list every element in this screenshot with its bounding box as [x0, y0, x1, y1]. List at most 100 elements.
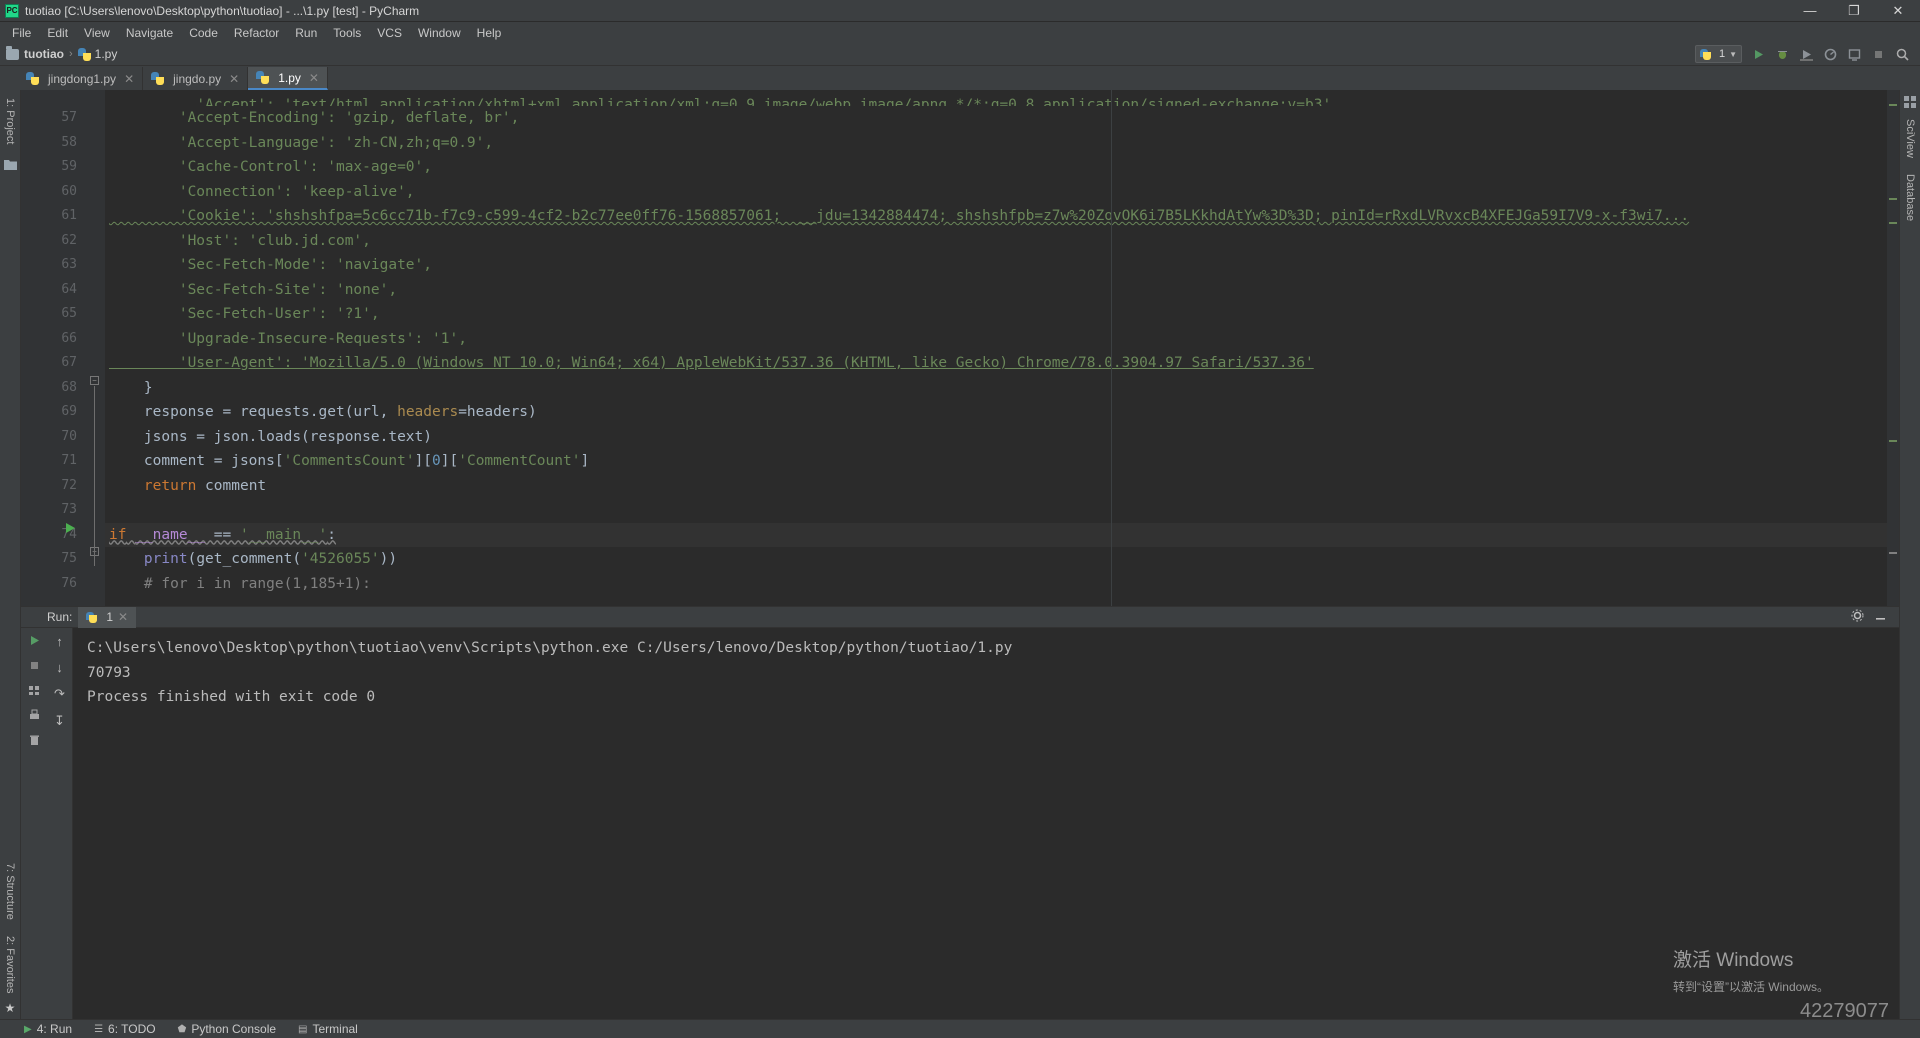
breadcrumb-file[interactable]: 1.py: [77, 47, 117, 61]
menu-item-tools[interactable]: Tools: [325, 24, 369, 42]
run-panel-body: ↑ ↓ ↷ ↧ C:\Users\lenovo\Desktop\python\t…: [21, 628, 1899, 1019]
editor-tab-1py[interactable]: 1.py ✕: [248, 67, 328, 90]
main-content-row: 1: Project 7: Structure 2: Favorites ★ 5…: [0, 90, 1920, 1019]
code-editor[interactable]: 57 58 59 60 61 62 63 64 65 66 67 68 69 7…: [21, 90, 1899, 606]
tab-close-icon[interactable]: ✕: [124, 72, 134, 86]
scroll-to-end-icon[interactable]: ↧: [54, 713, 65, 729]
editor-fold-column[interactable]: − − −: [85, 90, 105, 606]
close-button[interactable]: ✕: [1876, 0, 1920, 22]
editor-tab-bar: jingdong1.py ✕ jingdo.py ✕ 1.py ✕: [0, 66, 1920, 90]
code-text: 'Cache-Control': 'max-age=0',: [109, 159, 433, 175]
sidebar-item-database[interactable]: Database: [1902, 166, 1918, 229]
run-tab-close-icon[interactable]: ✕: [118, 610, 128, 624]
code-text: 'Cookie': 'shshshfpa=5c6cc71b-f7c9-c599-…: [109, 208, 1690, 224]
profile-icon[interactable]: [1823, 47, 1838, 62]
right-tool-strip: SciView Database: [1899, 90, 1920, 1019]
bottom-tool-label: Python Console: [191, 1022, 277, 1036]
watermark-number: 42279077: [1800, 1000, 1889, 1019]
code-line-return: return comment: [109, 477, 267, 494]
menu-item-edit[interactable]: Edit: [39, 24, 76, 42]
python-file-icon: [26, 72, 39, 85]
line-number: [21, 90, 85, 106]
print-icon[interactable]: [27, 709, 41, 723]
menu-item-vcs[interactable]: VCS: [369, 24, 410, 42]
editor-gutter[interactable]: 57 58 59 60 61 62 63 64 65 66 67 68 69 7…: [21, 90, 85, 606]
minimize-icon[interactable]: [1874, 609, 1887, 625]
scroll-up-icon[interactable]: ↑: [56, 634, 63, 649]
coverage-icon[interactable]: [1799, 47, 1814, 62]
run-tab-name: 1: [106, 610, 114, 624]
line-number: 58: [61, 134, 77, 150]
editor-code-area[interactable]: 'Accept': 'text/html,application/xhtml+x…: [105, 90, 1899, 606]
console-line: Process finished with exit code 0: [87, 689, 376, 705]
bottom-tool-python-console[interactable]: ⬟ Python Console: [178, 1022, 276, 1036]
attach-icon[interactable]: [1847, 47, 1862, 62]
gear-icon[interactable]: [1851, 609, 1864, 625]
editor-tab-label: jingdong1.py: [48, 71, 117, 86]
stop-icon[interactable]: [27, 659, 41, 673]
code-line-comment-assign: comment = jsons['CommentsCount'][0]['Com…: [109, 453, 590, 469]
minimize-button[interactable]: —: [1788, 0, 1832, 22]
run-configuration-selector[interactable]: 1 ▼: [1694, 45, 1742, 63]
run-toolbar-left-2: ↑ ↓ ↷ ↧: [47, 628, 73, 1019]
debug-icon[interactable]: [1775, 47, 1790, 62]
editor-tab-jingdo[interactable]: jingdo.py ✕: [143, 67, 249, 90]
run-panel-tab[interactable]: 1 ✕: [78, 606, 137, 628]
tab-close-icon[interactable]: ✕: [309, 71, 319, 85]
bottom-tool-run[interactable]: ▶ 4: Run: [24, 1022, 72, 1036]
tab-close-icon[interactable]: ✕: [229, 72, 239, 86]
sidebar-item-sciview[interactable]: SciView: [1902, 111, 1918, 166]
line-number: 67: [61, 355, 77, 370]
sidebar-item-structure[interactable]: 7: Structure: [2, 855, 18, 928]
python-run-icon: [86, 611, 98, 623]
run-config-label: 1: [1718, 48, 1726, 60]
search-icon[interactable]: [1895, 47, 1910, 62]
menu-item-code[interactable]: Code: [181, 24, 226, 42]
menu-item-view[interactable]: View: [76, 24, 118, 42]
editor-marker-bar[interactable]: [1887, 90, 1899, 606]
scroll-down-icon[interactable]: ↓: [56, 660, 63, 675]
code-text: 'Connection': 'keep-alive',: [109, 183, 415, 200]
grid-icon[interactable]: [1904, 96, 1916, 111]
run-panel-header: Run: 1 ✕: [21, 606, 1899, 628]
todo-icon: ☰: [94, 1023, 104, 1035]
run-icon[interactable]: [1751, 47, 1766, 62]
line-number: 59: [61, 159, 77, 174]
pycharm-logo-icon: PC: [5, 3, 19, 18]
run-line-marker-icon[interactable]: [65, 522, 76, 536]
sidebar-item-favorites[interactable]: 2: Favorites: [2, 928, 18, 1001]
title-bar: PC tuotiao [C:\Users\lenovo\Desktop\pyth…: [0, 0, 1920, 22]
soft-wrap-icon[interactable]: ↷: [54, 686, 65, 702]
code-text: 'Sec-Fetch-Mode': 'navigate',: [109, 257, 433, 273]
python-file-icon: [151, 72, 165, 85]
stop-icon[interactable]: [1871, 47, 1886, 62]
chevron-down-icon: ▼: [1729, 49, 1737, 59]
grid-view-icon[interactable]: [27, 684, 41, 698]
code-text: 'Accept': 'text/html,application/xhtml+x…: [196, 97, 1332, 106]
code-text: 'Accept-Language': 'zh-CN,zh;q=0.9',: [109, 134, 494, 151]
folder-icon: [6, 45, 19, 60]
code-line-response: response = requests.get(url, headers=hea…: [109, 404, 537, 420]
python-file-icon: [256, 71, 270, 84]
left-tool-strip: 1: Project 7: Structure 2: Favorites ★: [0, 90, 21, 1019]
menu-item-file[interactable]: File: [4, 24, 39, 42]
fold-marker-icon[interactable]: −: [90, 376, 99, 385]
rerun-icon[interactable]: [27, 634, 41, 648]
bottom-tool-terminal[interactable]: ▤ Terminal: [298, 1022, 358, 1036]
python-config-icon: [1699, 48, 1711, 60]
maximize-button[interactable]: ❐: [1832, 0, 1876, 22]
line-number: 76: [61, 575, 77, 591]
bottom-tool-todo[interactable]: ☰ 6: TODO: [94, 1022, 156, 1036]
menu-item-window[interactable]: Window: [410, 24, 469, 42]
line-number: 61: [61, 208, 77, 223]
menu-item-help[interactable]: Help: [469, 24, 510, 42]
menu-item-run[interactable]: Run: [287, 24, 325, 42]
trash-icon[interactable]: [27, 734, 41, 748]
run-console-output[interactable]: C:\Users\lenovo\Desktop\python\tuotiao\v…: [73, 628, 1899, 1019]
menu-item-navigate[interactable]: Navigate: [118, 24, 181, 42]
sidebar-item-project[interactable]: 1: Project: [2, 90, 18, 152]
breadcrumb-project[interactable]: tuotiao: [6, 45, 64, 61]
menu-item-refactor[interactable]: Refactor: [226, 24, 287, 42]
code-line-for-comment: # for i in range(1,185+1):: [109, 575, 371, 592]
editor-tab-jingdong1[interactable]: jingdong1.py ✕: [18, 67, 144, 90]
